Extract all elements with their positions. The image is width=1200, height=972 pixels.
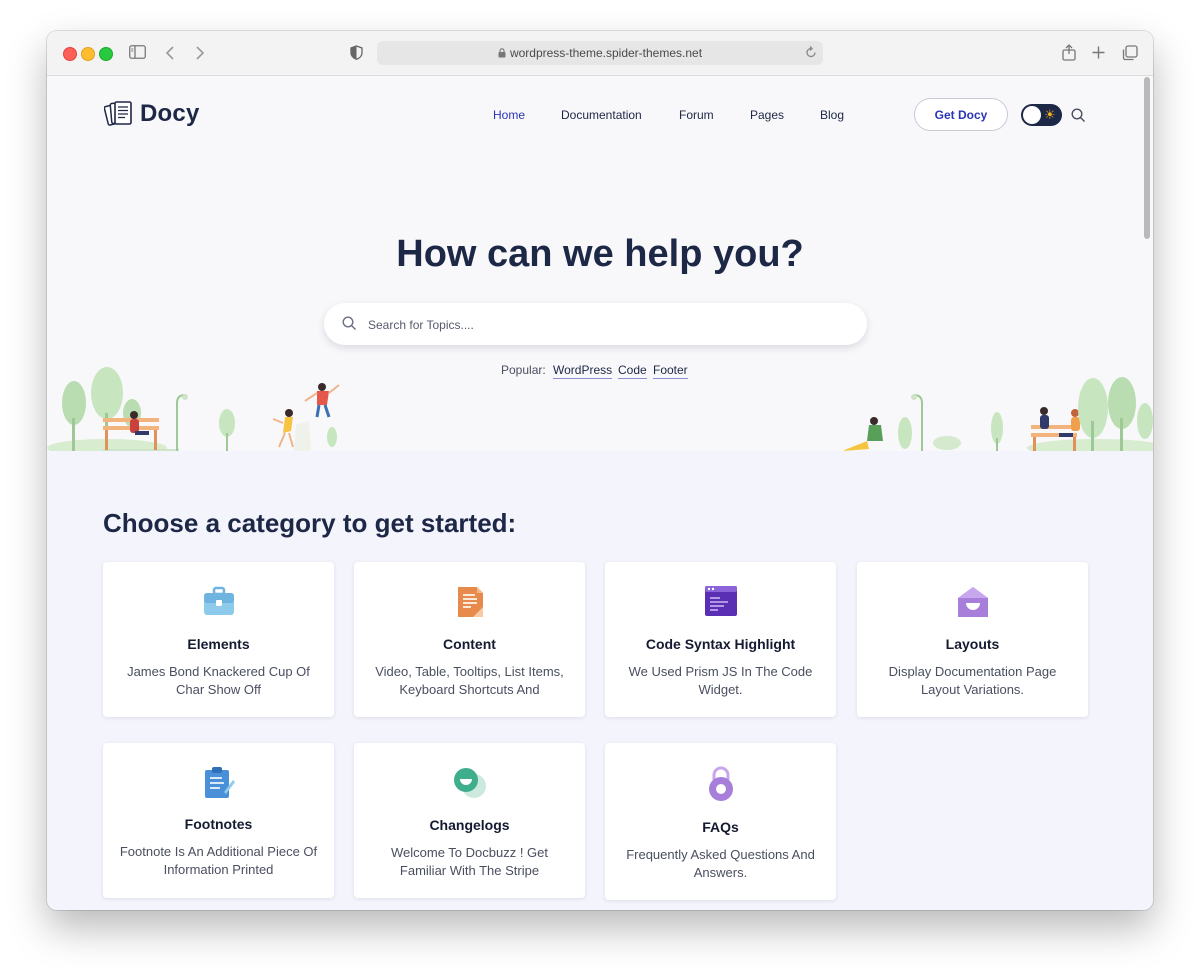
category-card-elements[interactable]: Elements James Bond Knackered Cup Of Cha… — [103, 562, 334, 717]
logo-text: Docy — [140, 100, 200, 127]
address-bar-text: wordpress-theme.spider-themes.net — [377, 46, 823, 60]
code-window-icon — [605, 585, 836, 621]
hero-title: How can we help you? — [396, 233, 804, 275]
back-icon[interactable] — [165, 46, 175, 62]
search-icon[interactable] — [1071, 108, 1086, 128]
category-card-footnotes[interactable]: Footnotes Footnote Is An Additional Piec… — [103, 743, 334, 898]
card-description: We Used Prism JS In The Code Widget. — [628, 664, 813, 697]
card-description: Footnote Is An Additional Piece Of Infor… — [119, 844, 318, 877]
site-logo[interactable]: Docy — [104, 99, 200, 129]
card-description: Frequently Asked Questions And Answers. — [626, 847, 815, 880]
get-docy-button[interactable]: Get Docy — [914, 98, 1008, 131]
tab-overview-icon[interactable] — [1122, 45, 1138, 63]
category-section: Choose a category to get started: Elemen… — [47, 451, 1153, 910]
briefcase-icon — [103, 585, 334, 621]
hero-illustration — [47, 367, 1153, 453]
share-icon[interactable] — [1062, 44, 1076, 63]
browser-toolbar: wordpress-theme.spider-themes.net — [47, 31, 1153, 76]
category-heading: Choose a category to get started: — [103, 508, 517, 538]
docy-logo-icon — [104, 101, 132, 126]
nav-home[interactable]: Home — [493, 108, 525, 122]
card-description: Display Documentation Page Layout Variat… — [888, 664, 1057, 697]
browser-window: wordpress-theme.spider-themes.net Docy H… — [47, 31, 1153, 910]
minimize-window-button[interactable] — [81, 47, 95, 61]
category-card-content[interactable]: Content Video, Table, Tooltips, List Ite… — [354, 562, 585, 717]
category-card-code-syntax[interactable]: Code Syntax Highlight We Used Prism JS I… — [605, 562, 836, 717]
card-description: James Bond Knackered Cup Of Char Show Of… — [127, 664, 310, 697]
search-input[interactable] — [366, 303, 850, 347]
sidebar-toggle-icon[interactable] — [129, 45, 146, 61]
card-title: Layouts — [945, 636, 1000, 652]
card-title: FAQs — [702, 819, 739, 835]
category-card-faqs[interactable]: FAQs Frequently Asked Questions And Answ… — [605, 743, 836, 900]
clipboard-icon — [103, 766, 334, 802]
card-title: Code Syntax Highlight — [645, 636, 796, 652]
close-window-button[interactable] — [63, 47, 77, 61]
privacy-shield-icon[interactable] — [350, 45, 363, 62]
house-icon — [857, 585, 1088, 621]
lock-icon — [498, 48, 506, 58]
right-park-scene — [843, 377, 1153, 453]
card-title: Changelogs — [429, 817, 510, 833]
toggle-knob — [1023, 106, 1041, 124]
card-title: Elements — [187, 636, 250, 652]
new-tab-icon[interactable] — [1092, 46, 1105, 61]
nav-pages[interactable]: Pages — [750, 108, 784, 122]
dark-mode-toggle[interactable]: ☀ — [1021, 104, 1062, 126]
address-bar[interactable]: wordpress-theme.spider-themes.net — [377, 41, 823, 65]
category-card-changelogs[interactable]: Changelogs Welcome To Docbuzz ! Get Fami… — [354, 743, 585, 898]
card-title: Footnotes — [184, 816, 253, 832]
left-park-scene — [47, 367, 340, 453]
card-description: Video, Table, Tooltips, List Items, Keyb… — [375, 664, 564, 697]
search-icon — [342, 316, 357, 336]
lock-icon — [605, 766, 836, 802]
card-description: Welcome To Docbuzz ! Get Familiar With T… — [390, 845, 549, 878]
nav-documentation[interactable]: Documentation — [561, 108, 642, 122]
search-box[interactable] — [324, 303, 867, 347]
category-card-layouts[interactable]: Layouts Display Documentation Page Layou… — [857, 562, 1088, 717]
sun-icon: ☀ — [1044, 107, 1056, 122]
forward-icon[interactable] — [195, 46, 205, 62]
chat-bubble-icon — [354, 766, 585, 802]
nav-forum[interactable]: Forum — [679, 108, 714, 122]
zoom-window-button[interactable] — [99, 47, 113, 61]
reload-icon[interactable] — [805, 46, 817, 64]
nav-blog[interactable]: Blog — [820, 108, 844, 122]
url-text: wordpress-theme.spider-themes.net — [509, 46, 703, 60]
card-title: Content — [443, 636, 496, 652]
document-icon — [354, 585, 585, 621]
page-scrollbar[interactable] — [1144, 77, 1150, 239]
